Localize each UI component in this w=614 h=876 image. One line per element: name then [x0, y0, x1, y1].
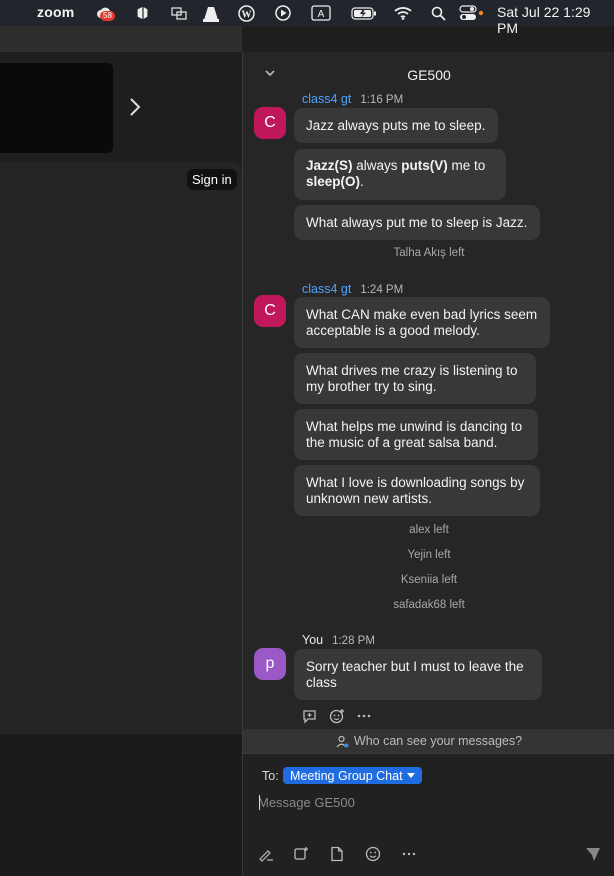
avatar[interactable]: C	[254, 295, 286, 327]
message-sender: You 1:28 PM	[302, 633, 375, 647]
chat-title: GE500	[407, 67, 451, 83]
next-page-arrow-icon[interactable]	[128, 96, 146, 118]
input-source-icon[interactable]: A	[311, 4, 331, 22]
more-tools-icon[interactable]	[401, 846, 417, 862]
battery-icon[interactable]	[351, 4, 377, 22]
wordpress-icon[interactable]: W	[237, 4, 255, 22]
play-icon[interactable]	[274, 4, 291, 22]
system-message: safadak68 left	[393, 599, 465, 611]
caret-down-icon	[406, 772, 415, 779]
message-bubble[interactable]: What helps me unwind is dancing to the m…	[294, 409, 538, 460]
message-bold-text: sleep(O)	[306, 174, 361, 189]
chat-header: GE500	[243, 52, 614, 96]
message-bubble[interactable]: Jazz(S) always puts(V) me to sleep(O).	[294, 149, 506, 200]
recipient-label: Meeting Group Chat	[290, 768, 403, 783]
message-bubble[interactable]: Jazz always puts me to sleep.	[294, 108, 498, 143]
message-time: 1:28 PM	[332, 635, 375, 647]
person-icon	[336, 735, 349, 748]
notification-badge: 58	[100, 11, 115, 21]
system-message: Yejin left	[407, 549, 451, 561]
reply-in-thread-icon[interactable]	[302, 708, 318, 724]
message-bubble[interactable]: What I love is downloading songs by unkn…	[294, 465, 540, 516]
menu-bar: zoom 58 W A Sat Jul 22 1:29 PM	[0, 0, 614, 36]
sender-name[interactable]: class4 gt	[302, 92, 351, 106]
shared-content-area	[0, 162, 242, 734]
system-message: alex left	[409, 524, 449, 536]
avatar[interactable]: C	[254, 107, 286, 139]
system-message: Talha Akış left	[393, 247, 465, 259]
who-can-see-messages-link[interactable]: Who can see your messages?	[243, 729, 614, 753]
message-bubble[interactable]: What drives me crazy is listening to my …	[294, 353, 536, 404]
search-icon[interactable]	[430, 4, 446, 22]
sender-name: You	[302, 633, 324, 647]
message-sender: class4 gt 1:24 PM	[302, 282, 403, 296]
message-sender: class4 gt 1:16 PM	[302, 92, 403, 106]
app-name[interactable]: zoom	[37, 4, 74, 20]
system-message: Kseniia left	[400, 574, 458, 586]
message-bold-text: puts(V)	[401, 158, 448, 173]
sign-in-button[interactable]: Sign in	[187, 169, 237, 190]
message-text: always	[352, 158, 402, 173]
message-bubble[interactable]: Sorry teacher but I must to leave the cl…	[294, 649, 542, 700]
screenshot-icon[interactable]	[293, 846, 309, 862]
control-center-icon[interactable]	[459, 4, 485, 22]
avatar[interactable]: p	[254, 648, 286, 680]
meeting-toolbar-strip	[0, 26, 242, 52]
recipient-dropdown[interactable]: Meeting Group Chat	[283, 767, 422, 784]
message-bubble[interactable]: What CAN make even bad lyrics seem accep…	[294, 297, 550, 348]
screens-icon[interactable]	[170, 4, 188, 22]
send-icon[interactable]	[585, 846, 601, 862]
visibility-text: Who can see your messages?	[353, 734, 523, 748]
svg-text:W: W	[241, 9, 251, 20]
message-actions	[302, 708, 372, 724]
to-label: To:	[262, 769, 279, 783]
box-icon[interactable]	[134, 4, 150, 22]
message-time: 1:16 PM	[360, 94, 404, 106]
add-reaction-icon[interactable]	[329, 708, 345, 724]
vlc-icon[interactable]	[203, 4, 219, 22]
sender-name[interactable]: class4 gt	[302, 282, 351, 296]
chat-panel: GE500 class4 gt 1:16 PM C Jazz always put…	[242, 52, 614, 876]
file-icon[interactable]	[329, 846, 345, 862]
video-tile[interactable]	[0, 63, 113, 153]
text-cursor	[259, 795, 260, 810]
format-text-icon[interactable]	[258, 846, 274, 862]
message-text: me to	[447, 158, 486, 173]
message-bold-text: Jazz(S)	[306, 158, 353, 173]
menu-bar-clock[interactable]: Sat Jul 22 1:29 PM	[497, 4, 614, 36]
message-time: 1:24 PM	[360, 284, 404, 296]
emoji-icon[interactable]	[365, 846, 381, 862]
message-composer: To: Meeting Group Chat	[243, 753, 614, 876]
wifi-icon[interactable]	[394, 4, 412, 22]
message-bubble[interactable]: What always put me to sleep is Jazz.	[294, 205, 540, 240]
more-options-icon[interactable]	[356, 708, 372, 724]
svg-text:A: A	[318, 9, 325, 20]
message-input[interactable]	[258, 791, 598, 813]
message-text: .	[360, 174, 364, 189]
meeting-bottom-area	[0, 735, 242, 875]
